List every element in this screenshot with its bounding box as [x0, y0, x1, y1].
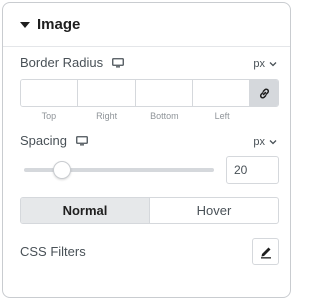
dim-label-bottom: Bottom	[150, 111, 179, 121]
css-filters-edit-button[interactable]	[252, 238, 279, 265]
pencil-icon	[260, 247, 271, 258]
desktop-icon[interactable]	[76, 135, 88, 146]
section-header[interactable]: Image	[3, 3, 290, 47]
dim-label-right: Right	[96, 111, 118, 121]
css-filters-label: CSS Filters	[20, 244, 86, 259]
tab-hover[interactable]: Hover	[149, 198, 278, 223]
link-icon	[259, 88, 269, 98]
image-section-panel: Image Border Radius px Top Right Bottom	[2, 2, 291, 298]
border-radius-label-row: Border Radius	[20, 55, 125, 70]
border-radius-dimensions	[20, 79, 279, 107]
spacing-value-input[interactable]	[226, 156, 279, 184]
caret-down-icon	[20, 21, 30, 28]
border-radius-top-input[interactable]	[21, 80, 79, 106]
dim-label-left: Left	[214, 111, 230, 121]
tab-normal[interactable]: Normal	[21, 198, 149, 223]
border-radius-right-input[interactable]	[78, 80, 136, 106]
spacing-slider-handle[interactable]	[53, 161, 71, 179]
border-radius-label: Border Radius	[20, 55, 104, 70]
link-values-button[interactable]	[250, 80, 278, 106]
chevron-down-icon	[269, 140, 277, 145]
border-radius-bottom-input[interactable]	[135, 80, 193, 106]
dimension-labels: Top Right Bottom Left	[20, 111, 251, 121]
unit-label: px	[253, 136, 265, 148]
spacing-unit-select[interactable]: px	[253, 136, 277, 148]
spacing-label-row: Spacing	[20, 133, 88, 148]
section-title: Image	[37, 16, 81, 33]
desktop-icon[interactable]	[112, 57, 125, 68]
border-radius-unit-select[interactable]: px	[253, 58, 277, 70]
state-tabs: Normal Hover	[20, 197, 279, 224]
chevron-down-icon	[269, 62, 277, 67]
unit-label: px	[253, 58, 265, 70]
dim-label-top: Top	[41, 111, 57, 121]
css-filters-row: CSS Filters	[20, 244, 95, 259]
border-radius-left-input[interactable]	[192, 80, 250, 106]
spacing-label: Spacing	[20, 133, 67, 148]
